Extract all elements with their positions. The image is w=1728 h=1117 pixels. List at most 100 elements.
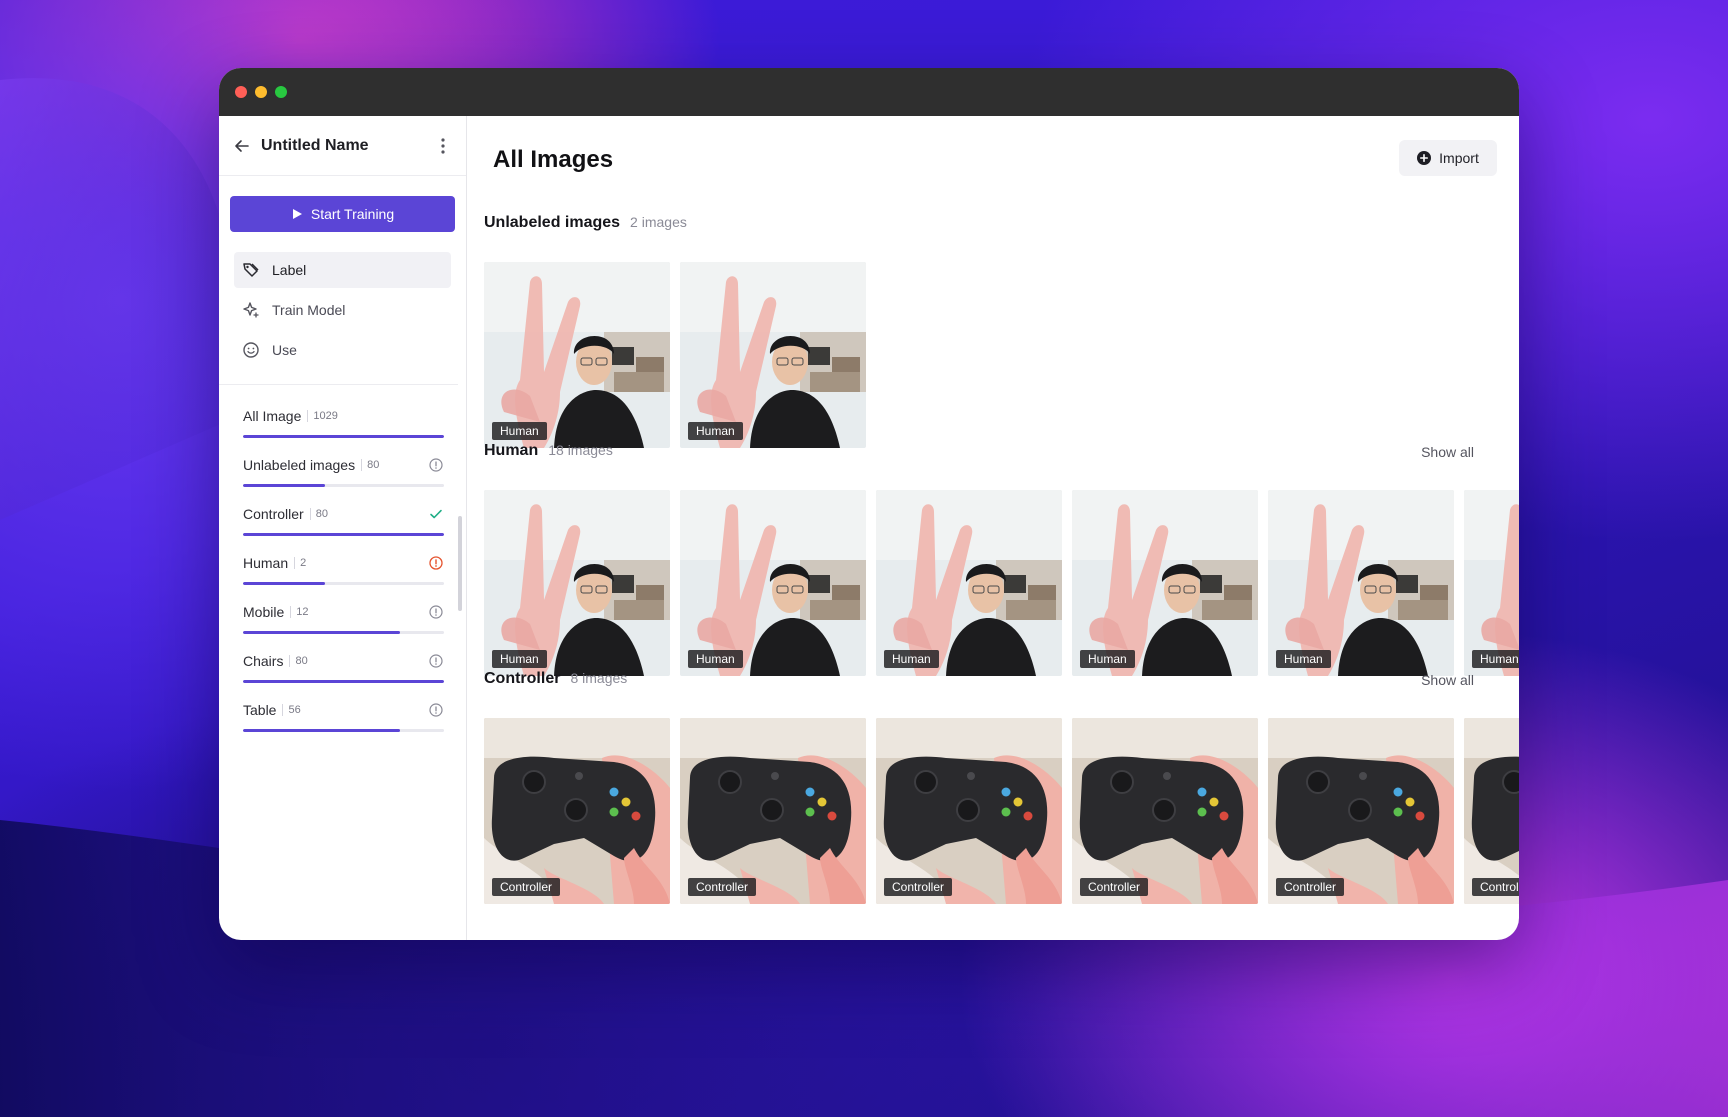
category-progress-bar [243, 435, 444, 438]
section-title: Unlabeled images [484, 214, 621, 231]
category-human[interactable]: Human 2 [243, 546, 444, 595]
image-label-tag: Human [688, 422, 743, 440]
import-button[interactable]: Import [1399, 140, 1497, 176]
category-mobile[interactable]: Mobile 12 [243, 595, 444, 644]
category-count: 80 [361, 459, 379, 471]
category-name: All Image [243, 408, 302, 424]
section-count: 2 images [630, 214, 687, 230]
category-unlabeled-images[interactable]: Unlabeled images 80 [243, 448, 444, 497]
image-label-tag: Human [1472, 650, 1519, 668]
image-thumbnail[interactable]: Human [1268, 490, 1454, 676]
section-count: 8 images [570, 670, 628, 686]
nav-item-train-model[interactable]: Train Model [234, 292, 451, 328]
close-window-button[interactable] [235, 86, 247, 98]
category-progress-fill [243, 533, 444, 536]
category-count: 56 [282, 704, 301, 716]
image-thumbnail[interactable]: Controller [876, 718, 1062, 904]
more-options-icon[interactable] [434, 137, 452, 155]
start-training-label: Start Training [310, 206, 395, 222]
nav-item-label: Train Model [272, 302, 346, 318]
app-window: Untitled Name Start Training Label Train … [219, 68, 1519, 940]
image-label-tag: Controller [1080, 878, 1149, 896]
image-label-tag: Human [492, 422, 547, 440]
image-grid: Human Human [484, 262, 1519, 448]
category-progress-fill [243, 631, 400, 634]
sidebar-scrollbar[interactable] [458, 516, 462, 611]
image-thumbnail[interactable]: Controller [680, 718, 866, 904]
info-icon [428, 653, 444, 669]
minimize-window-button[interactable] [255, 86, 267, 98]
category-count: 1029 [307, 410, 338, 422]
image-label-tag: Controller [1276, 878, 1345, 896]
category-progress-fill [243, 484, 326, 487]
page-title: All Images [493, 146, 614, 173]
category-progress-fill [243, 680, 444, 683]
image-label-tag: Human [884, 650, 939, 668]
category-count: 12 [290, 606, 309, 618]
warning-icon [428, 555, 444, 571]
image-thumbnail[interactable]: Controller [1464, 718, 1519, 904]
section-human: Human 18 images Show all Human Human Human Hum… [484, 442, 1519, 676]
image-grid: Human Human Human Human Human Human [484, 490, 1519, 676]
category-chairs[interactable]: Chairs 80 [243, 644, 444, 693]
image-label-tag: Human [688, 650, 743, 668]
category-progress-fill [243, 435, 444, 438]
category-progress-bar [243, 680, 444, 683]
category-table[interactable]: Table 56 [243, 693, 444, 742]
category-count: 2 [294, 557, 306, 569]
image-label-tag: Human [1080, 650, 1135, 668]
sidebar: Untitled Name Start Training Label Train … [219, 116, 467, 940]
image-label-tag: Controller [492, 878, 561, 896]
tag-icon [242, 261, 260, 279]
image-thumbnail[interactable]: Human [484, 262, 670, 448]
category-list: All Image 1029 Unlabeled images 80 Controlle… [219, 385, 466, 742]
zoom-window-button[interactable] [275, 86, 287, 98]
nav-item-label[interactable]: Label [234, 252, 451, 288]
image-thumbnail[interactable]: Human [680, 490, 866, 676]
image-thumbnail[interactable]: Controller [1268, 718, 1454, 904]
image-thumbnail[interactable]: Human [484, 490, 670, 676]
category-all-image[interactable]: All Image 1029 [243, 399, 444, 448]
info-icon [428, 604, 444, 620]
back-arrow-icon[interactable] [233, 137, 251, 155]
image-label-tag: Human [492, 650, 547, 668]
section-unlabeled-images: Unlabeled images 2 images Human Human [484, 214, 1519, 448]
category-progress-bar [243, 582, 444, 585]
image-thumbnail[interactable]: Controller [484, 718, 670, 904]
start-training-button[interactable]: Start Training [230, 196, 455, 232]
plus-circle-icon [1417, 151, 1432, 165]
section-header: Unlabeled images 2 images [484, 214, 1519, 238]
category-name: Chairs [243, 653, 284, 669]
image-thumbnail[interactable]: Human [876, 490, 1062, 676]
image-thumbnail[interactable]: Human [680, 262, 866, 448]
sidebar-header: Untitled Name [219, 116, 466, 176]
image-label-tag: Controller [688, 878, 757, 896]
category-controller[interactable]: Controller 80 [243, 497, 444, 546]
nav-item-label: Use [272, 342, 297, 358]
image-label-tag: Controller [1472, 878, 1519, 896]
section-header: Human 18 images Show all [484, 442, 1519, 466]
play-icon [292, 209, 302, 219]
category-count: 80 [309, 508, 328, 520]
project-title[interactable]: Untitled Name [261, 137, 434, 155]
section-title: Human [484, 442, 539, 459]
main-content: All Images Import Unlabeled images 2 imag… [467, 116, 1519, 940]
smiley-icon [242, 341, 260, 359]
check-icon [428, 506, 444, 522]
category-name: Mobile [243, 604, 285, 620]
category-name: Human [243, 555, 289, 571]
section-controller: Controller 8 images Show all Controller Cont… [484, 670, 1519, 904]
category-progress-bar [243, 631, 444, 634]
import-label: Import [1439, 150, 1479, 166]
category-progress-fill [243, 729, 400, 732]
image-thumbnail[interactable]: Human [1072, 490, 1258, 676]
nav-item-use[interactable]: Use [234, 332, 451, 368]
category-name: Table [243, 702, 277, 718]
show-all-link[interactable]: Show all [1421, 444, 1474, 460]
category-count: 80 [289, 655, 308, 667]
image-thumbnail[interactable]: Controller [1072, 718, 1258, 904]
image-thumbnail[interactable]: Human [1464, 490, 1519, 676]
info-icon [428, 702, 444, 718]
title-bar [219, 68, 1519, 116]
show-all-link[interactable]: Show all [1421, 672, 1474, 688]
